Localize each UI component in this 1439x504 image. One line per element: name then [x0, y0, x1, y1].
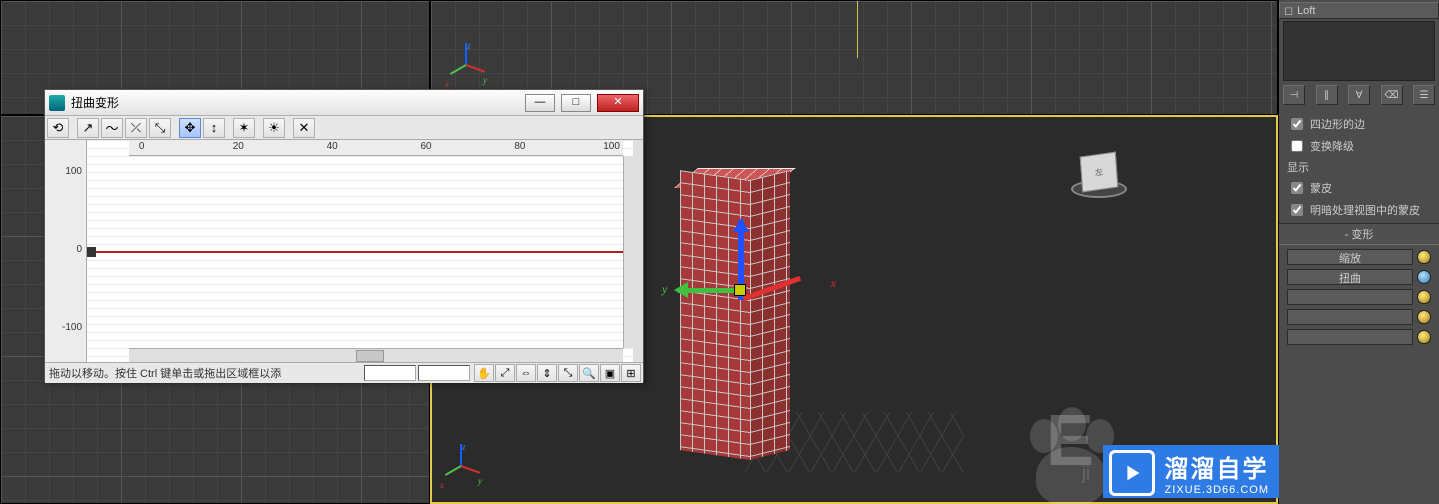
collapse-icon: - [1345, 229, 1349, 241]
expand-icon: ◻ [1284, 4, 1294, 17]
watermark-banner: 溜溜自学 ZIXUE.3D66.COM [1103, 445, 1279, 498]
command-panel: ◻ Loft ⊣ ∥ ∀ ⌫ ☰ 四边形的边 变换降级 显示 蒙皮 明暗处理视图… [1278, 0, 1439, 504]
pin-stack-button[interactable]: ⊣ [1283, 85, 1305, 105]
option-skin[interactable]: 蒙皮 [1279, 177, 1439, 199]
deform-twist-button[interactable]: 扭曲 [1287, 269, 1413, 285]
loft-object[interactable]: x y [680, 170, 800, 460]
remove-modifier-button[interactable]: ⌫ [1381, 85, 1403, 105]
watermark-url: ZIXUE.3D66.COM [1165, 484, 1269, 496]
option-quad-edges[interactable]: 四边形的边 [1279, 113, 1439, 135]
play-icon [1109, 450, 1155, 496]
zoom-vert-icon[interactable]: ⇕ [537, 364, 557, 382]
bulb-icon[interactable] [1417, 250, 1431, 264]
configure-sets-button[interactable]: ☰ [1413, 85, 1435, 105]
reset-curve-icon[interactable]: ✕ [293, 118, 315, 138]
zoom-hv-icon[interactable]: ⤡ [558, 364, 578, 382]
dialog-statusbar: 拖动以移动。按住 Ctrl 键单击或拖出区域框以添 ✋ ⤢ ⇔ ⇕ ⤡ 🔍 ▣ … [45, 362, 643, 383]
status-value-1[interactable] [364, 365, 416, 381]
deform-button-4[interactable] [1287, 309, 1413, 325]
zoom-horiz-icon[interactable]: ⇔ [516, 364, 536, 382]
deform-scale-button[interactable]: 缩放 [1287, 249, 1413, 265]
zoom-extents-icon[interactable]: ⤢ [495, 364, 515, 382]
symmetry-icon[interactable]: ⟲ [47, 118, 69, 138]
display-header: 显示 [1279, 157, 1439, 177]
axis-gizmo-perspective: zxy [440, 446, 480, 486]
app-icon [49, 95, 65, 111]
curve-corner-icon[interactable]: ↗ [77, 118, 99, 138]
deform-row-3 [1279, 287, 1439, 307]
deform-scale-row: 缩放 [1279, 247, 1439, 267]
bulb-icon[interactable] [1417, 290, 1431, 304]
status-hint: 拖动以移动。按住 Ctrl 键单击或拖出区域框以添 [45, 365, 364, 381]
zoom-icon[interactable]: 🔍 [579, 364, 599, 382]
control-point-start[interactable] [87, 247, 96, 257]
deform-twist-row: 扭曲 [1279, 267, 1439, 287]
vertical-scrollbar[interactable] [623, 156, 633, 348]
curve-bezier-icon[interactable]: ⤫ [125, 118, 147, 138]
dialog-body: 100 0 -100 0 20 40 60 80 100 [45, 140, 643, 362]
deformation-curve[interactable] [87, 251, 633, 253]
bulb-icon[interactable] [1417, 310, 1431, 324]
close-button[interactable]: ✕ [597, 94, 639, 112]
vertical-guide [857, 1, 858, 58]
viewcube-face[interactable]: 左 [1080, 152, 1119, 193]
zoom-all-icon[interactable]: ⊞ [621, 364, 641, 382]
option-transform-degrade[interactable]: 变换降级 [1279, 135, 1439, 157]
zoom-region-icon[interactable]: ▣ [600, 364, 620, 382]
bulb-icon[interactable] [1417, 330, 1431, 344]
skin-shaded-checkbox[interactable] [1291, 204, 1303, 216]
axis-gizmo-top: zxy [445, 45, 485, 85]
scrollbar-thumb[interactable] [356, 350, 384, 362]
show-end-result-button[interactable]: ∥ [1316, 85, 1338, 105]
delete-point-icon[interactable]: ☀ [263, 118, 285, 138]
deform-button-5[interactable] [1287, 329, 1413, 345]
skin-checkbox[interactable] [1291, 182, 1303, 194]
insert-point-icon[interactable]: ✶ [233, 118, 255, 138]
vertical-ruler: 100 0 -100 [45, 140, 87, 362]
dialog-toolbar: ⟲ ↗ 〜 ⤫ ⤡ ✥ ↕ ✶ ☀ ✕ [45, 116, 643, 140]
curve-line-icon[interactable]: ⤡ [149, 118, 171, 138]
minimize-button[interactable]: — [525, 94, 555, 112]
horizontal-scrollbar[interactable] [129, 348, 623, 362]
status-value-2[interactable] [418, 365, 470, 381]
stack-toolbar: ⊣ ∥ ∀ ⌫ ☰ [1279, 83, 1439, 107]
transform-degrade-checkbox[interactable] [1291, 140, 1303, 152]
app-root: E ji zxy zxy 左 x y ◻ Loft ⊣ ∥ ∀ [0, 0, 1439, 504]
scale-point-icon[interactable]: ↕ [203, 118, 225, 138]
option-skin-shaded[interactable]: 明暗处理视图中的蒙皮 [1279, 199, 1439, 221]
curve-smooth-icon[interactable]: 〜 [101, 118, 123, 138]
maximize-button[interactable]: □ [561, 94, 591, 112]
dialog-title: 扭曲变形 [71, 94, 119, 111]
modifier-stack[interactable] [1283, 21, 1435, 81]
watermark-brand: 溜溜自学 [1165, 449, 1269, 484]
move-point-icon[interactable]: ✥ [179, 118, 201, 138]
deformation-graph[interactable]: 0 20 40 60 80 100 [87, 140, 643, 362]
rollout-deformations[interactable]: - 变形 [1279, 223, 1439, 245]
deform-row-5 [1279, 327, 1439, 347]
rollout-loft[interactable]: ◻ Loft [1279, 2, 1439, 19]
deform-row-4 [1279, 307, 1439, 327]
twist-deformation-dialog: 扭曲变形 — □ ✕ ⟲ ↗ 〜 ⤫ ⤡ ✥ ↕ ✶ ☀ ✕ 100 [44, 89, 644, 382]
dialog-titlebar[interactable]: 扭曲变形 — □ ✕ [45, 90, 643, 116]
pan-icon[interactable]: ✋ [474, 364, 494, 382]
move-gizmo[interactable]: x y [720, 270, 760, 310]
bulb-icon[interactable] [1417, 270, 1431, 284]
deform-button-3[interactable] [1287, 289, 1413, 305]
make-unique-button[interactable]: ∀ [1348, 85, 1370, 105]
rollout-label: Loft [1297, 5, 1315, 17]
horizontal-ruler: 0 20 40 60 80 100 [129, 140, 623, 156]
watermark-ji: ji [1082, 463, 1090, 484]
viewcube[interactable]: 左 [1071, 150, 1131, 210]
quad-edges-checkbox[interactable] [1291, 118, 1303, 130]
